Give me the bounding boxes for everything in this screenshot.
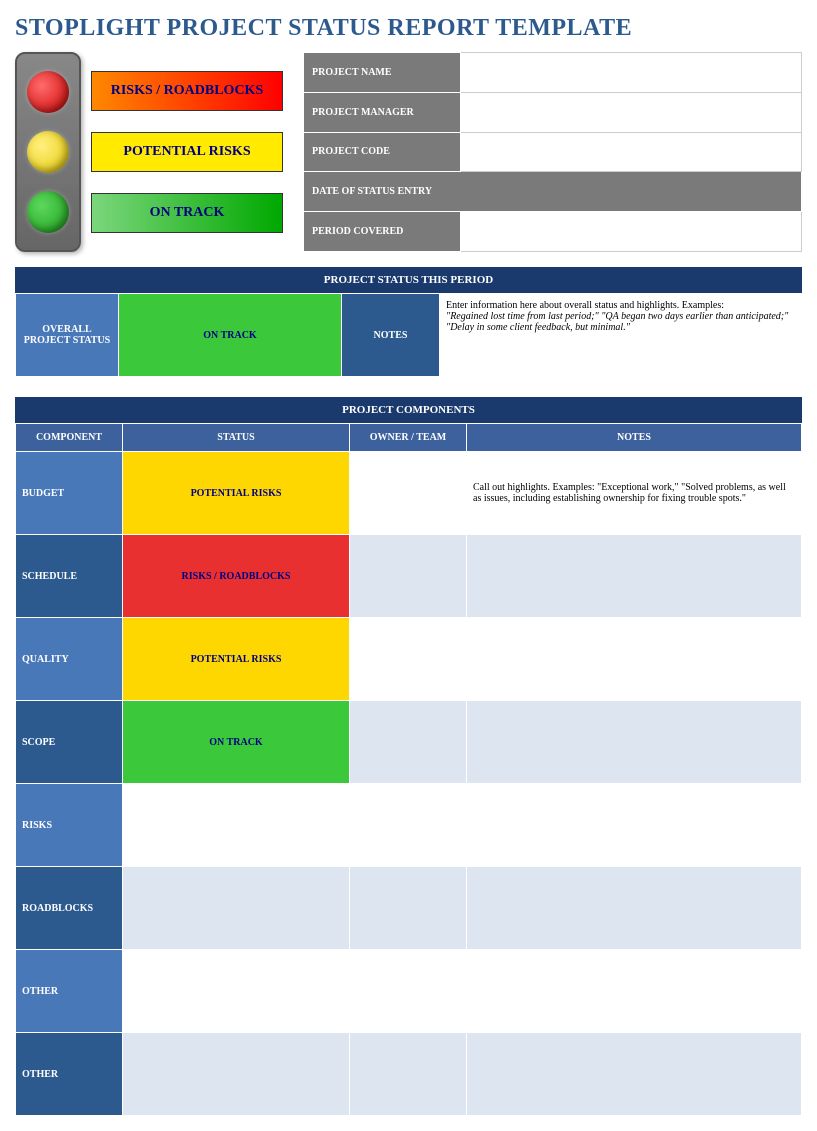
table-row: ROADBLOCKS xyxy=(16,867,802,950)
table-row: QUALITYPOTENTIAL RISKS xyxy=(16,618,802,701)
component-label: OTHER xyxy=(16,950,123,1033)
col-notes: NOTES xyxy=(467,424,802,452)
stoplight-red-light xyxy=(27,71,69,113)
component-status[interactable]: RISKS / ROADBLOCKS xyxy=(123,535,350,618)
stoplight-icon xyxy=(15,52,81,252)
component-owner[interactable] xyxy=(350,535,467,618)
notes-label: NOTES xyxy=(342,294,440,377)
notes-value[interactable]: Enter information here about overall sta… xyxy=(440,294,802,377)
table-row: RISKS xyxy=(16,784,802,867)
notes-intro: Enter information here about overall sta… xyxy=(446,300,724,311)
status-table: OVERALL PROJECT STATUS ON TRACK NOTES En… xyxy=(15,293,802,377)
component-status[interactable] xyxy=(123,950,350,1033)
overall-status-label: OVERALL PROJECT STATUS xyxy=(16,294,119,377)
overall-status-value[interactable]: ON TRACK xyxy=(119,294,342,377)
component-notes[interactable]: Call out highlights. Examples: "Exceptio… xyxy=(467,452,802,535)
project-manager-value[interactable] xyxy=(461,92,802,132)
table-row: OTHER xyxy=(16,950,802,1033)
component-status[interactable]: ON TRACK xyxy=(123,701,350,784)
component-notes[interactable] xyxy=(467,618,802,701)
stoplight-yellow-light xyxy=(27,131,69,173)
table-row: BUDGETPOTENTIAL RISKS Call out highlights… xyxy=(16,452,802,535)
table-row: OTHER xyxy=(16,1033,802,1116)
component-owner[interactable] xyxy=(350,701,467,784)
component-label: SCOPE xyxy=(16,701,123,784)
component-status[interactable] xyxy=(123,1033,350,1116)
legend-labels: RISKS / ROADBLOCKS POTENTIAL RISKS ON TR… xyxy=(91,52,283,252)
project-name-label: PROJECT NAME xyxy=(304,53,461,93)
component-status[interactable] xyxy=(123,867,350,950)
col-component: COMPONENT xyxy=(16,424,123,452)
table-row: SCHEDULERISKS / ROADBLOCKS xyxy=(16,535,802,618)
period-covered-label: PERIOD COVERED xyxy=(304,212,461,252)
component-status[interactable] xyxy=(123,784,350,867)
project-manager-label: PROJECT MANAGER xyxy=(304,92,461,132)
component-notes[interactable] xyxy=(467,701,802,784)
component-notes[interactable] xyxy=(467,1033,802,1116)
component-notes[interactable] xyxy=(467,867,802,950)
period-covered-value[interactable] xyxy=(461,212,802,252)
component-status[interactable]: POTENTIAL RISKS xyxy=(123,452,350,535)
notes-example: "Regained lost time from last period;" "… xyxy=(446,311,788,333)
legend-yellow: POTENTIAL RISKS xyxy=(91,132,283,172)
component-owner[interactable] xyxy=(350,784,467,867)
col-owner: OWNER / TEAM xyxy=(350,424,467,452)
component-label: BUDGET xyxy=(16,452,123,535)
project-name-value[interactable] xyxy=(461,53,802,93)
component-notes[interactable] xyxy=(467,535,802,618)
components-section-header: PROJECT COMPONENTS xyxy=(15,397,802,423)
project-code-label: PROJECT CODE xyxy=(304,132,461,172)
component-owner[interactable] xyxy=(350,1033,467,1116)
component-label: OTHER xyxy=(16,1033,123,1116)
project-code-value[interactable] xyxy=(461,132,802,172)
component-owner[interactable] xyxy=(350,618,467,701)
status-section-header: PROJECT STATUS THIS PERIOD xyxy=(15,267,802,293)
stoplight-green-light xyxy=(27,191,69,233)
component-owner[interactable] xyxy=(350,452,467,535)
component-label: SCHEDULE xyxy=(16,535,123,618)
col-status: STATUS xyxy=(123,424,350,452)
top-section: RISKS / ROADBLOCKS POTENTIAL RISKS ON TR… xyxy=(15,52,802,252)
legend-red: RISKS / ROADBLOCKS xyxy=(91,71,283,111)
component-owner[interactable] xyxy=(350,867,467,950)
component-notes[interactable] xyxy=(467,950,802,1033)
legend-green: ON TRACK xyxy=(91,193,283,233)
component-status[interactable]: POTENTIAL RISKS xyxy=(123,618,350,701)
legend-area: RISKS / ROADBLOCKS POTENTIAL RISKS ON TR… xyxy=(15,52,283,252)
component-label: QUALITY xyxy=(16,618,123,701)
document-title: STOPLIGHT PROJECT STATUS REPORT TEMPLATE xyxy=(15,15,802,42)
meta-table: PROJECT NAME PROJECT MANAGER PROJECT COD… xyxy=(303,52,802,252)
components-table: COMPONENT STATUS OWNER / TEAM NOTES BUDG… xyxy=(15,423,802,1116)
date-entry-label: DATE OF STATUS ENTRY xyxy=(304,172,802,212)
component-notes[interactable] xyxy=(467,784,802,867)
table-row: SCOPEON TRACK xyxy=(16,701,802,784)
component-label: ROADBLOCKS xyxy=(16,867,123,950)
component-label: RISKS xyxy=(16,784,123,867)
component-owner[interactable] xyxy=(350,950,467,1033)
